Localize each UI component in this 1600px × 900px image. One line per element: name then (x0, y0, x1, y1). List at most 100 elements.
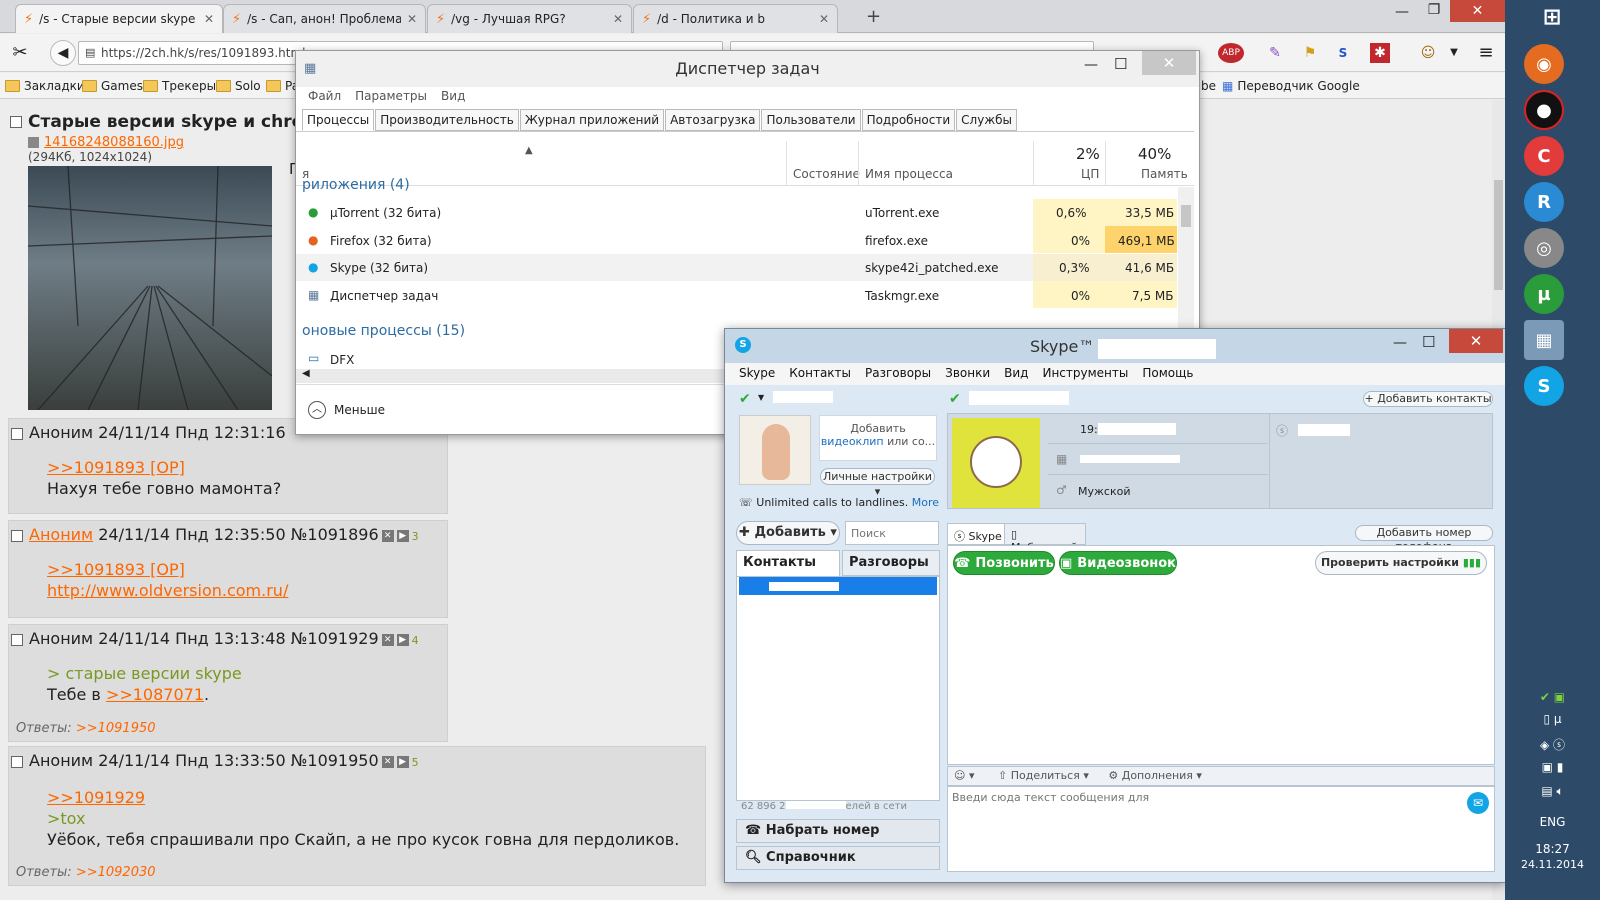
scrollbar-thumb[interactable] (1181, 205, 1191, 227)
menu-help[interactable]: Помощь (1142, 366, 1193, 382)
bookmark-be[interactable]: be (1201, 79, 1216, 93)
external-link[interactable]: http://www.oldversion.com.ru/ (47, 580, 288, 601)
clock-date[interactable]: 24.11.2014 (1505, 858, 1600, 871)
video-call-button[interactable]: ▣ Видеозвонок (1059, 551, 1177, 575)
tab-sap-anon[interactable]: ⚡ /s - Сап, анон! Проблема ... ✕ (223, 4, 426, 33)
emoticon-icon[interactable]: ☺ ▾ (954, 769, 975, 782)
play-icon[interactable]: ▶ (396, 633, 409, 646)
chevron-left-icon[interactable]: ◀ (302, 368, 310, 379)
reply-link[interactable]: >>1087071 (106, 685, 204, 704)
close-window-button[interactable]: ✕ (1142, 51, 1196, 75)
group-apps[interactable]: риложения (4) (302, 177, 410, 193)
scissors-icon[interactable]: ✂ (10, 43, 30, 63)
col-process-name[interactable]: Имя процесса (865, 167, 953, 181)
col-memory[interactable]: Память (1141, 167, 1188, 181)
tab-app-history[interactable]: Журнал приложений (519, 109, 665, 131)
new-tab-button[interactable]: + (866, 6, 881, 27)
col-cpu[interactable]: ЦП (1081, 167, 1099, 181)
tab-contacts[interactable]: Контакты (736, 550, 840, 576)
maximize-button[interactable]: ☐ (1114, 55, 1127, 73)
reply-link[interactable]: >>1091929 (47, 787, 679, 808)
tab-mobile[interactable]: ▯ Мобильный (1004, 523, 1086, 554)
post-checkbox[interactable] (11, 427, 23, 440)
tray-icons-2[interactable]: ▯ µ (1505, 712, 1600, 726)
post-checkbox[interactable] (11, 755, 23, 768)
menu-contacts[interactable]: Контакты (789, 366, 851, 382)
call-button[interactable]: ☎ Позвонить (953, 551, 1055, 575)
contact-search-input[interactable] (845, 521, 939, 545)
minimize-button[interactable]: — (1388, 4, 1416, 20)
bookmark-trackers[interactable]: Трекеры (143, 79, 216, 93)
add-contact-button[interactable]: ✚ Добавить ▾ (736, 521, 840, 545)
add-phone-button[interactable]: Добавить номер телефона (1355, 525, 1493, 553)
reply-backlink[interactable]: >>1091950 (76, 721, 156, 736)
chevron-down-icon[interactable]: ▼ (1444, 43, 1464, 63)
tray-icons[interactable]: ✔ ▣ (1505, 690, 1600, 704)
video-link[interactable]: видеоклип (821, 435, 884, 448)
directory-button[interactable]: 🔍︎ Справочник (736, 846, 940, 870)
skype-titlebar[interactable]: S Skype™ - — ☐ ✕ (725, 329, 1505, 363)
minimize-button[interactable]: — (1084, 57, 1098, 73)
dial-number-button[interactable]: ☎ Набрать номер (736, 819, 940, 843)
add-contacts-button[interactable]: + Добавить контакты (1363, 391, 1493, 407)
add-video-box[interactable]: Добавить видеоклип или со... (819, 415, 937, 461)
tab-performance[interactable]: Производительность (375, 109, 519, 131)
post-checkbox[interactable] (11, 529, 23, 542)
post-author[interactable]: Аноним (29, 525, 93, 544)
close-icon[interactable]: ✕ (204, 12, 214, 26)
tm-hscrollbar[interactable]: ◀ (296, 368, 724, 383)
group-background[interactable]: оновые процессы (15) (302, 323, 465, 339)
asterisk-icon[interactable]: ✱ (1370, 43, 1390, 63)
menu-view[interactable]: Вид (1004, 366, 1028, 382)
hide-icon[interactable]: ✕ (381, 529, 394, 542)
tab-details[interactable]: Подробности (861, 109, 956, 131)
network-volume-icons[interactable]: ▤ 🔈︎ (1505, 784, 1600, 799)
close-window-button[interactable]: ✕ (1449, 329, 1503, 353)
tab-old-skype[interactable]: ⚡ /s - Старые версии skype ... ✕ (15, 4, 223, 33)
menu-file[interactable]: Файл (308, 89, 341, 103)
close-icon[interactable]: ✕ (613, 12, 623, 26)
check-settings-button[interactable]: Проверить настройки ▮▮▮ (1315, 551, 1487, 575)
hamburger-menu-icon[interactable]: ≡ (1476, 43, 1496, 63)
menu-options[interactable]: Параметры (355, 89, 427, 103)
hide-icon[interactable]: ✕ (381, 755, 394, 768)
feather-icon[interactable]: ✎ (1265, 43, 1285, 63)
reply-link[interactable]: >>1091893 [OP] (47, 457, 281, 478)
tab-vg[interactable]: ⚡ /vg - Лучшая RPG? ✕ (427, 4, 632, 33)
task-manager-icon[interactable]: ▦ (1524, 320, 1564, 360)
chevron-down-icon[interactable]: ▼ (758, 393, 764, 402)
contact-avatar[interactable] (952, 418, 1040, 508)
sj-icon[interactable]: S (1333, 43, 1353, 63)
post-checkbox[interactable] (11, 633, 23, 646)
send-message-icon[interactable]: ✉ (1467, 792, 1489, 814)
share-button[interactable]: ⇧ Поделиться ▾ (998, 769, 1089, 782)
minimize-button[interactable]: — (1393, 335, 1407, 351)
tab-d[interactable]: ⚡ /d - Политика и b ✕ (633, 4, 838, 33)
ccleaner-icon[interactable]: C (1524, 136, 1564, 176)
extras-button[interactable]: ⚙ Дополнения ▾ (1108, 769, 1202, 782)
tab-services[interactable]: Службы (956, 109, 1018, 131)
tab-startup[interactable]: Автозагрузка (665, 109, 761, 131)
monkey-icon[interactable]: ☺ (1418, 43, 1438, 63)
maximize-button[interactable]: ❐ (1420, 2, 1448, 18)
bookmark-solo[interactable]: Solo (216, 79, 261, 93)
close-icon[interactable]: ✕ (407, 12, 417, 26)
bookmark-zakladki[interactable]: Закладки (5, 79, 85, 93)
contact-list[interactable] (736, 576, 940, 801)
menu-view[interactable]: Вид (441, 89, 465, 103)
language-indicator[interactable]: ENG (1505, 815, 1600, 829)
bookmark-google-translate[interactable]: ▦ Переводчик Google (1222, 79, 1360, 93)
play-icon[interactable]: ▶ (396, 529, 409, 542)
clock-time[interactable]: 18:27 (1505, 842, 1600, 856)
col-status[interactable]: Состояние (793, 167, 860, 181)
flag-icon[interactable]: ⚑ (1300, 43, 1320, 63)
post-checkbox[interactable] (10, 116, 22, 128)
op-image-railway[interactable] (28, 166, 272, 410)
utorrent-icon[interactable]: µ (1524, 274, 1564, 314)
op-file-link[interactable]: 14168248088160.jpg (44, 135, 184, 150)
tray-icons-4[interactable]: ▣ ▮ (1505, 760, 1600, 774)
record-icon[interactable]: ● (1524, 90, 1564, 130)
adblock-icon[interactable]: ABP (1218, 43, 1244, 63)
scrollbar-thumb[interactable] (1494, 180, 1503, 290)
promo-more-link[interactable]: More (912, 496, 939, 509)
